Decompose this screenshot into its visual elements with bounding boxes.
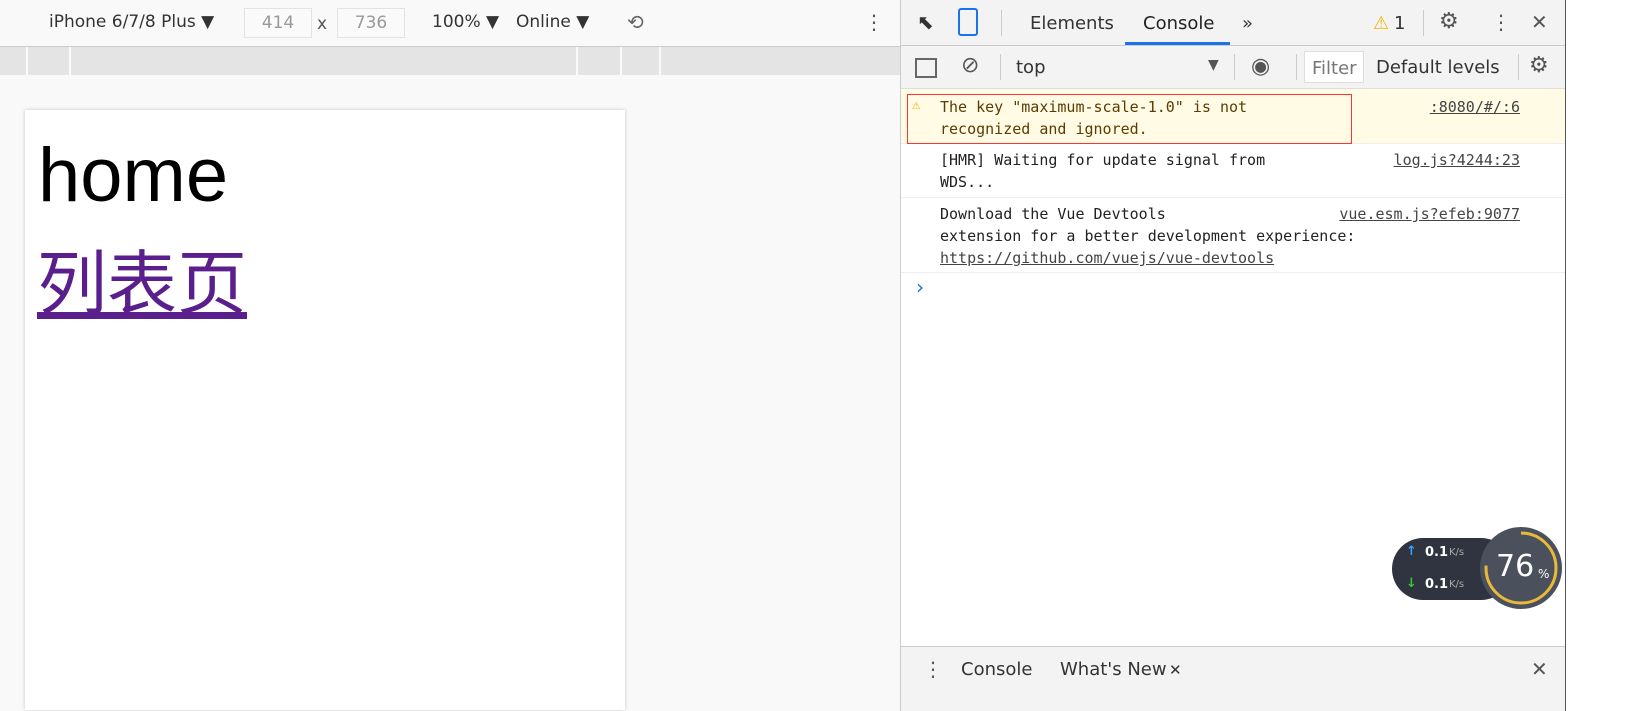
message-text: The key "maximum-scale-1.0" is not recog…	[940, 98, 1248, 138]
console-message: [HMR] Waiting for update signal from WDS…	[901, 144, 1565, 198]
tab-elements[interactable]: Elements	[1030, 13, 1114, 34]
upload-arrow-icon: ↑	[1406, 544, 1417, 559]
console-message: Download the Vue Devtools extension for …	[901, 198, 1565, 273]
sidebar-toggle-icon[interactable]	[915, 58, 937, 78]
drawer-tab-whats-new[interactable]: What's New	[1060, 659, 1167, 680]
console-message-warning: ⚠ The key "maximum-scale-1.0" is not rec…	[901, 89, 1565, 144]
message-source-link[interactable]: vue.esm.js?efeb:9077	[1339, 203, 1520, 225]
zoom-select[interactable]: 100% ▼	[432, 12, 499, 32]
drawer-menu-icon[interactable]: ⋮	[923, 657, 943, 681]
height-input[interactable]: 736	[337, 8, 405, 38]
list-page-link[interactable]: 列表页	[37, 228, 247, 329]
dimension-separator: x	[317, 14, 328, 34]
settings-icon[interactable]: ⚙	[1439, 9, 1459, 34]
percent-sign: %	[1538, 567, 1550, 581]
drawer-tab-console[interactable]: Console	[961, 659, 1032, 680]
devtools-tabbar: ⬉ Elements Console » ⚠ 1 ⚙ ⋮ ✕	[901, 0, 1565, 46]
zoom-label: 100%	[432, 12, 481, 32]
page-heading: home	[38, 133, 229, 218]
media-query-ruler[interactable]	[0, 47, 900, 75]
filter-input[interactable]: Filter	[1304, 51, 1364, 83]
drawer-tabbar: ⋮ Console What's New ✕ ✕	[901, 646, 1565, 711]
close-tab-icon[interactable]: ✕	[1169, 661, 1182, 679]
tab-console[interactable]: Console	[1143, 13, 1214, 34]
more-tabs-icon[interactable]: »	[1242, 13, 1253, 34]
network-select[interactable]: Online ▼	[516, 12, 589, 32]
message-text: Download the Vue Devtools extension for …	[940, 205, 1356, 245]
device-select[interactable]: iPhone 6/7/8 Plus ▼	[49, 12, 214, 32]
log-levels-select[interactable]: Default levels	[1376, 57, 1500, 78]
download-unit: K/s	[1449, 579, 1465, 590]
chevron-down-icon[interactable]: ▼	[1208, 57, 1219, 73]
message-source-link[interactable]: log.js?4244:23	[1394, 149, 1520, 171]
network-label: Online	[516, 12, 571, 32]
more-options-icon[interactable]: ⋮	[864, 10, 884, 34]
device-toggle-icon[interactable]	[958, 8, 978, 36]
message-source-link[interactable]: :8080/#/:6	[1430, 96, 1520, 118]
message-text: [HMR] Waiting for update signal from WDS…	[940, 151, 1266, 191]
console-toolbar: ⊘ top ▼ ◉ Filter Default levels ⚙	[901, 46, 1565, 89]
more-options-icon[interactable]: ⋮	[1491, 10, 1511, 34]
close-drawer-icon[interactable]: ✕	[1531, 657, 1548, 681]
close-icon[interactable]: ✕	[1531, 10, 1548, 34]
warning-icon[interactable]: ⚠	[1373, 13, 1389, 34]
rotate-icon[interactable]: ⟲	[627, 10, 644, 34]
clear-console-icon[interactable]: ⊘	[961, 53, 979, 78]
upload-unit: K/s	[1449, 547, 1465, 558]
device-label: iPhone 6/7/8 Plus	[49, 12, 196, 32]
warning-icon: ⚠	[912, 97, 921, 113]
device-toolbar: iPhone 6/7/8 Plus ▼ 414 x 736 100% ▼ Onl…	[0, 0, 900, 47]
vue-devtools-link[interactable]: https://github.com/vuejs/vue-devtools	[940, 247, 1274, 269]
eye-icon[interactable]: ◉	[1251, 54, 1270, 79]
device-viewport: home 列表页	[25, 110, 625, 710]
download-speed: 0.1	[1425, 577, 1449, 592]
width-input[interactable]: 414	[244, 8, 312, 38]
console-settings-icon[interactable]: ⚙	[1529, 53, 1549, 78]
context-select[interactable]: top	[1016, 57, 1046, 78]
devtools-panel: ⬉ Elements Console » ⚠ 1 ⚙ ⋮ ✕ ⊘ top ▼ ◉…	[900, 0, 1566, 711]
device-emulation-pane: iPhone 6/7/8 Plus ▼ 414 x 736 100% ▼ Onl…	[0, 0, 900, 711]
inspect-element-icon[interactable]: ⬉	[917, 10, 934, 34]
console-prompt[interactable]: ›	[916, 275, 924, 299]
download-arrow-icon: ↓	[1406, 576, 1417, 591]
upload-speed: 0.1	[1425, 545, 1449, 560]
warning-count[interactable]: 1	[1394, 13, 1405, 34]
memory-percent: 76	[1496, 549, 1535, 584]
active-tab-indicator	[1125, 42, 1230, 45]
